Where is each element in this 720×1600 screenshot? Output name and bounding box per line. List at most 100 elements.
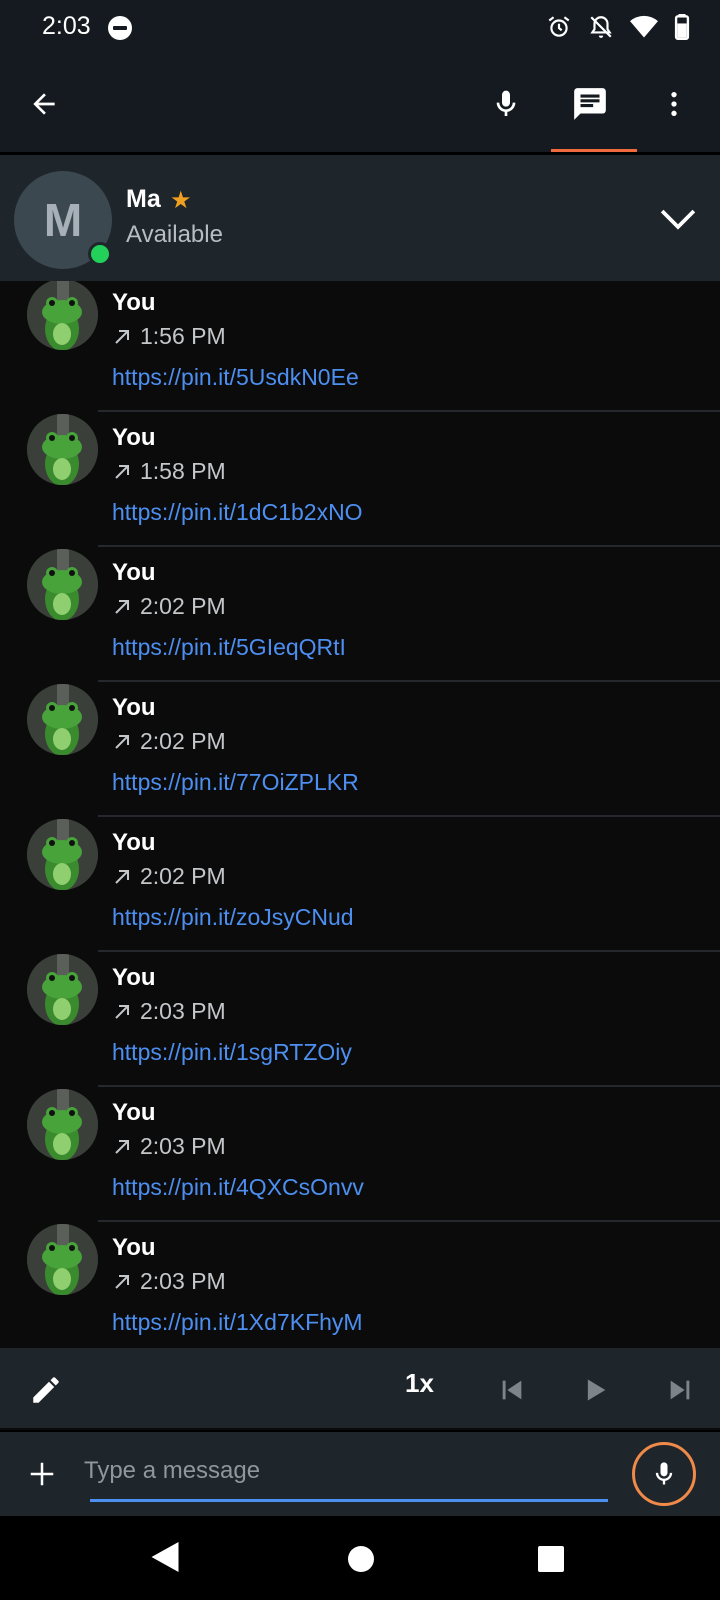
arrow-left-icon [33,93,55,115]
message-link[interactable]: https://pin.it/4QXCsOnvv [112,1174,364,1201]
notifications-off-icon [590,16,612,38]
frog-avatar-icon [27,1089,98,1160]
message-sender: You [112,694,156,721]
sent-arrow-icon [115,1139,129,1154]
message-item[interactable]: You 2:03 PM https://pin.it/1Xd7KFhyM [0,1222,720,1348]
skip-next-icon [670,1380,690,1400]
nav-home-icon[interactable] [348,1546,374,1572]
message-item[interactable]: You 1:58 PM https://pin.it/1dC1b2xNO [0,412,720,547]
sender-avatar[interactable] [27,549,98,620]
message-time: 2:02 PM [140,728,226,754]
play-icon [587,1379,606,1401]
frog-avatar-icon [27,549,98,620]
chat-icon [574,88,606,120]
message-sender: You [112,559,156,586]
top-app-bar [0,56,720,152]
message-sender: You [112,829,156,856]
frog-avatar-icon [27,684,98,755]
message-meta: 2:03 PM [112,1268,226,1295]
sender-avatar[interactable] [27,684,98,755]
sender-avatar[interactable] [27,1089,98,1160]
add-attachment-button[interactable] [14,1446,70,1502]
sender-avatar[interactable] [27,954,98,1025]
sent-arrow-icon [115,869,129,884]
message-link[interactable]: https://pin.it/1sgRTZOiy [112,1039,352,1066]
skip-previous-button[interactable] [484,1362,540,1418]
sent-arrow-icon [115,734,129,749]
message-item[interactable]: You 2:02 PM https://pin.it/zoJsyCNud [0,817,720,952]
star-icon: ★ [170,187,192,214]
message-meta: 2:02 PM [112,593,226,620]
frog-avatar-icon [27,954,98,1025]
message-link[interactable]: https://pin.it/5UsdkN0Ee [112,364,359,391]
message-link[interactable]: https://pin.it/5GIeqQRtI [112,634,346,661]
message-item[interactable]: You 2:03 PM https://pin.it/1sgRTZOiy [0,952,720,1087]
message-list[interactable]: You 1:56 PM https://pin.it/5UsdkN0Ee You [0,281,720,1348]
sent-arrow-icon [115,599,129,614]
do-not-disturb-icon [108,16,132,40]
sender-avatar[interactable] [27,414,98,485]
message-meta: 2:03 PM [112,998,226,1025]
message-sender: You [112,289,156,316]
system-navigation-bar [0,1516,720,1600]
chevron-down-icon [660,209,696,230]
more-vert-icon [671,92,677,116]
back-button[interactable] [16,76,72,132]
message-item[interactable]: You 2:02 PM https://pin.it/77OiZPLKR [0,682,720,817]
message-time: 2:02 PM [140,863,226,889]
sent-arrow-icon [115,1004,129,1019]
compose-bar [0,1432,720,1516]
message-link[interactable]: https://pin.it/1Xd7KFhyM [112,1309,363,1336]
record-voice-button[interactable] [632,1442,696,1506]
online-status-indicator [88,242,112,266]
frog-avatar-icon [27,819,98,890]
skip-previous-icon [502,1380,522,1400]
sender-avatar[interactable] [27,1224,98,1295]
message-time: 2:03 PM [140,998,226,1024]
expand-contact-button[interactable] [650,191,706,247]
message-time: 1:58 PM [140,458,226,484]
chat-tab-button[interactable] [562,76,618,132]
message-sender: You [112,1099,156,1126]
message-meta: 1:56 PM [112,323,226,350]
sender-avatar[interactable] [27,281,98,350]
message-sender: You [112,964,156,991]
nav-back-icon[interactable] [150,1540,180,1574]
nav-recents-icon[interactable] [538,1546,564,1572]
more-options-button[interactable] [646,76,702,132]
message-item[interactable]: You 2:03 PM https://pin.it/4QXCsOnvv [0,1087,720,1222]
microphone-icon [655,1462,673,1485]
message-item[interactable]: You 1:56 PM https://pin.it/5UsdkN0Ee [0,281,720,412]
battery-icon [674,14,690,40]
message-time: 2:03 PM [140,1133,226,1159]
playback-speed-button[interactable]: 1x [405,1368,434,1399]
message-time: 1:56 PM [140,323,226,349]
skip-next-button[interactable] [652,1362,708,1418]
message-time: 2:02 PM [140,593,226,619]
message-sender: You [112,1234,156,1261]
message-link[interactable]: https://pin.it/zoJsyCNud [112,904,354,931]
message-meta: 2:02 PM [112,863,226,890]
message-sender: You [112,424,156,451]
input-underline [90,1499,608,1502]
sent-arrow-icon [115,464,129,479]
message-link[interactable]: https://pin.it/77OiZPLKR [112,769,359,796]
voice-call-button[interactable] [478,76,534,132]
play-button[interactable] [568,1362,624,1418]
edit-button[interactable] [18,1362,74,1418]
frog-avatar-icon [27,414,98,485]
status-icons [546,14,690,40]
message-link[interactable]: https://pin.it/1dC1b2xNO [112,499,363,526]
alarm-icon [548,16,570,37]
frog-avatar-icon [27,1224,98,1295]
pencil-icon [33,1377,59,1403]
status-bar: 2:03 [0,0,720,56]
contact-header[interactable]: M Ma ★ Available [0,155,720,281]
message-item[interactable]: You 2:02 PM https://pin.it/5GIeqQRtI [0,547,720,682]
message-input[interactable] [84,1446,610,1496]
contact-name: Ma [126,185,161,213]
status-time: 2:03 [42,12,91,40]
plus-icon [30,1462,54,1486]
sender-avatar[interactable] [27,819,98,890]
wifi-icon [630,15,658,38]
